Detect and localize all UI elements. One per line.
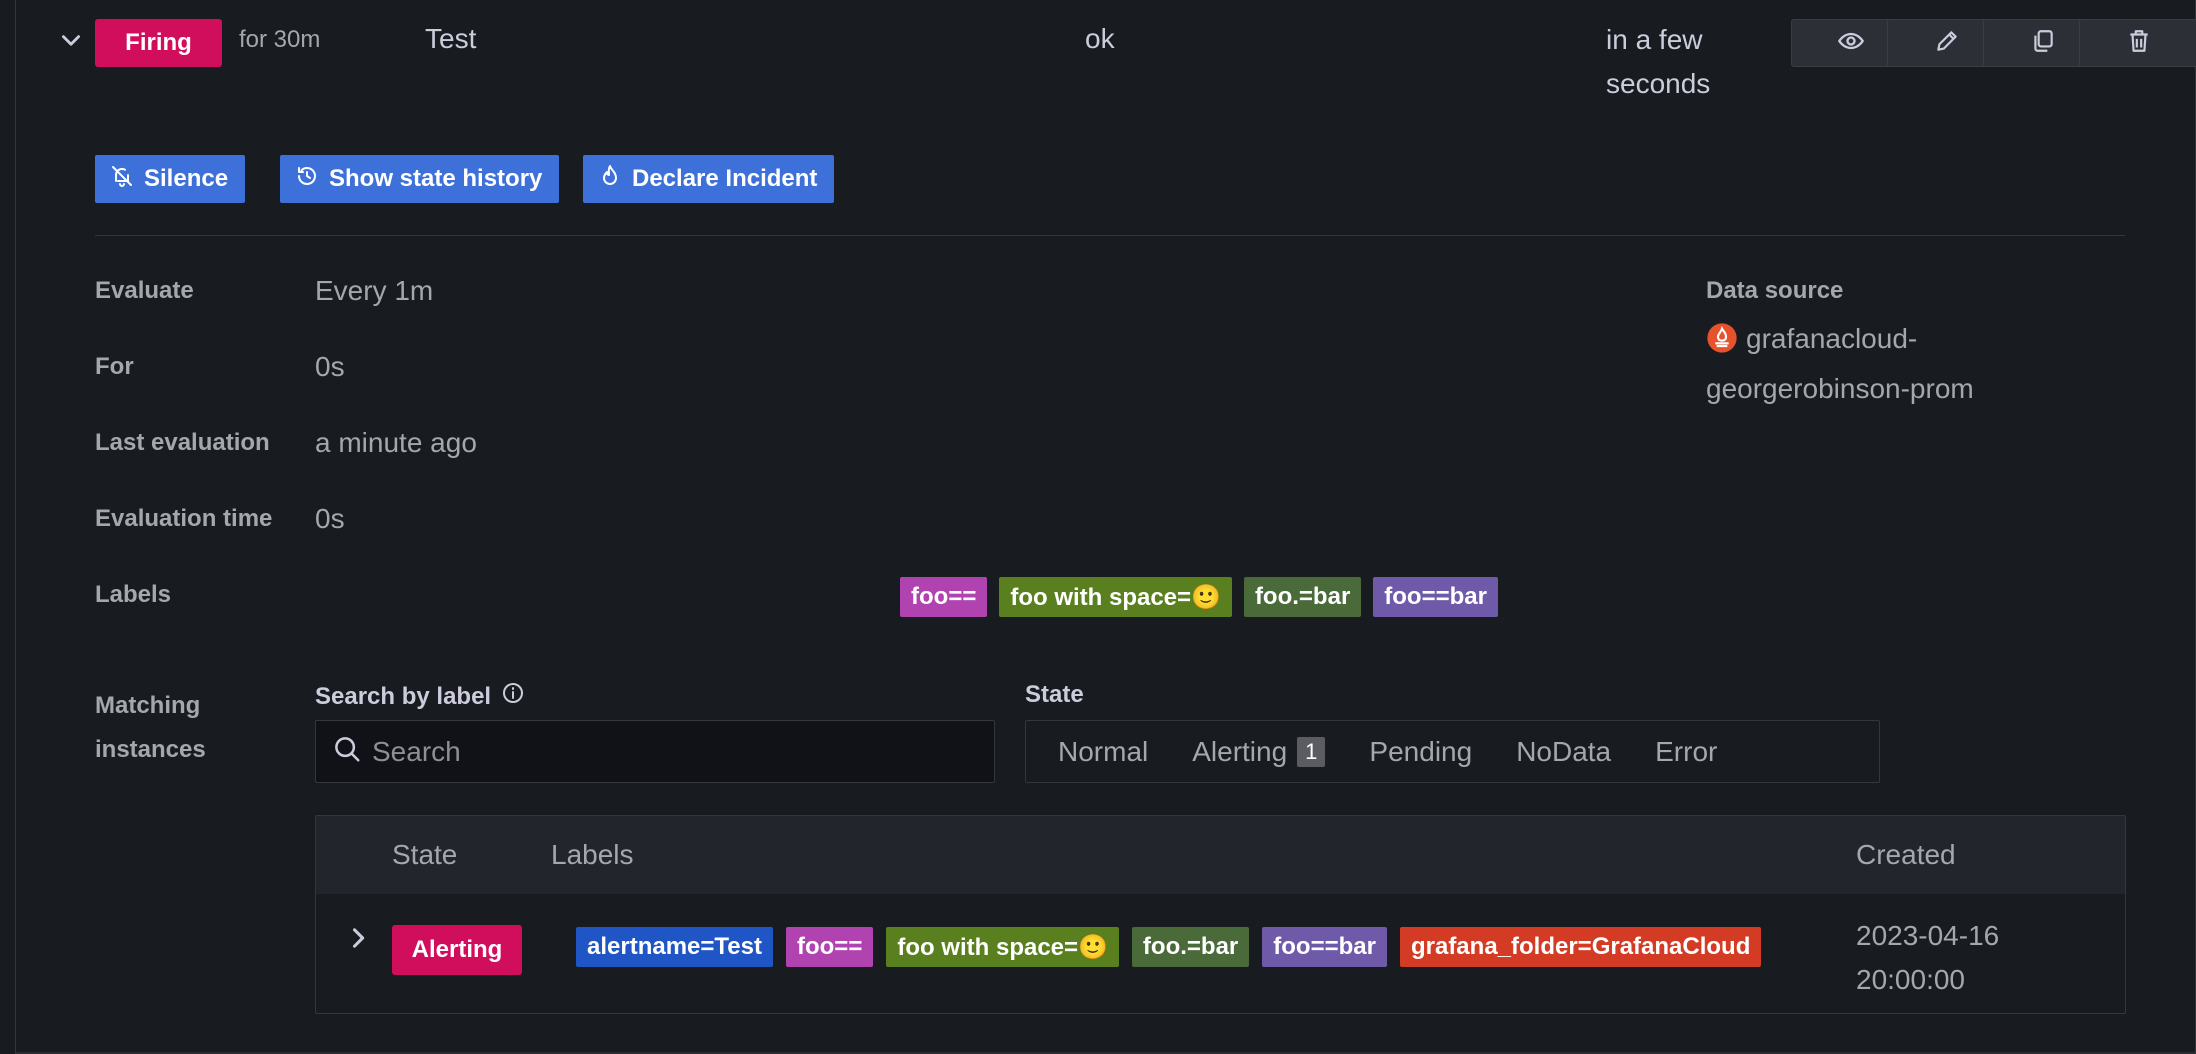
copy-icon xyxy=(2030,28,2056,59)
trash-icon xyxy=(2126,28,2152,59)
expand-row-chevron-right-icon[interactable] xyxy=(344,924,372,957)
declare-incident-label: Declare Incident xyxy=(632,165,818,192)
rule-health: ok xyxy=(1085,23,1115,54)
data-source-name: grafanacloud-georgerobinson-prom xyxy=(1706,323,1974,404)
silence-button[interactable]: Silence xyxy=(95,155,246,203)
state-option-alerting[interactable]: Alerting 1 xyxy=(1170,721,1347,782)
label-tag: alertname=Test xyxy=(576,927,773,967)
for-label: For xyxy=(95,353,134,380)
instances-table: State Labels Created Alerting alertname=… xyxy=(315,815,2126,1014)
alerting-count-badge: 1 xyxy=(1297,736,1326,767)
collapse-chevron-icon[interactable] xyxy=(56,26,86,56)
state-filter-label: State xyxy=(1025,681,1084,708)
state-option-pending[interactable]: Pending xyxy=(1347,721,1494,782)
state-filter: Normal Alerting 1 Pending NoData Error xyxy=(1025,720,1880,783)
last-evaluation-value: a minute ago xyxy=(315,427,477,458)
labels-label: Labels xyxy=(95,581,172,608)
instance-labels: alertname=Test foo== foo with space=🙂 fo… xyxy=(576,927,1762,967)
search-icon xyxy=(332,734,362,769)
state-option-alerting-label: Alerting xyxy=(1192,735,1288,767)
for-value: 0s xyxy=(315,351,345,382)
state-option-normal[interactable]: Normal xyxy=(1036,721,1170,782)
show-state-history-button[interactable]: Show state history xyxy=(280,155,560,203)
label-tag: foo==bar xyxy=(1373,577,1498,617)
section-divider xyxy=(95,235,2125,236)
evaluation-time-value: 0s xyxy=(315,503,345,534)
rule-next-evaluation: in a few seconds xyxy=(1606,24,1711,99)
label-tag: foo== xyxy=(900,577,988,617)
state-history-label: Show state history xyxy=(329,165,543,192)
eye-icon xyxy=(1837,27,1865,60)
label-tag: foo with space=🙂 xyxy=(999,577,1232,617)
declare-incident-button[interactable]: Declare Incident xyxy=(583,155,835,203)
alert-rule-panel: Firing for 30m Test ok in a few seconds … xyxy=(15,0,2196,1054)
pencil-icon xyxy=(1934,28,1960,59)
column-header-state: State xyxy=(392,839,458,870)
search-input[interactable] xyxy=(372,735,972,768)
state-option-nodata[interactable]: NoData xyxy=(1494,721,1633,782)
prometheus-icon xyxy=(1706,322,1738,367)
evaluate-label: Evaluate xyxy=(95,277,194,304)
column-header-labels: Labels xyxy=(551,839,634,870)
data-source-label: Data source xyxy=(1706,277,1844,304)
label-tag: foo== xyxy=(785,927,874,967)
label-tag: foo.=bar xyxy=(1131,927,1250,967)
fire-icon xyxy=(598,164,622,195)
table-header: State Labels Created xyxy=(316,816,2125,894)
table-row: Alerting alertname=Test foo== foo with s… xyxy=(316,894,2125,1013)
silence-label: Silence xyxy=(144,165,229,192)
state-option-error[interactable]: Error xyxy=(1633,721,1739,782)
label-tag: foo with space=🙂 xyxy=(886,927,1119,967)
rule-state-badge: Firing xyxy=(95,19,222,67)
label-tag: foo==bar xyxy=(1262,927,1387,967)
search-input-wrapper xyxy=(315,720,995,783)
search-by-label-label: Search by label xyxy=(315,681,525,712)
data-source-value: grafanacloud-georgerobinson-prom xyxy=(1706,317,2036,411)
last-evaluation-label: Last evaluation xyxy=(95,429,270,456)
info-icon[interactable] xyxy=(501,681,525,712)
delete-button[interactable] xyxy=(2079,19,2196,67)
rule-for-duration: for 30m xyxy=(239,26,321,53)
rule-labels: foo== foo with space=🙂 foo.=bar foo==bar xyxy=(900,577,1498,617)
matching-instances-label: Matching instances xyxy=(95,692,206,763)
history-icon xyxy=(295,164,319,195)
label-tag: grafana_folder=GrafanaCloud xyxy=(1399,927,1762,967)
rule-name: Test xyxy=(425,23,477,54)
column-header-created: Created xyxy=(1856,839,1956,870)
evaluation-time-label: Evaluation time xyxy=(95,505,273,532)
evaluate-value: Every 1m xyxy=(315,275,434,306)
label-tag: foo.=bar xyxy=(1243,577,1362,617)
instance-created: 2023-04-16 20:00:00 xyxy=(1856,920,2000,995)
bell-slash-icon xyxy=(110,164,134,195)
search-by-label-text: Search by label xyxy=(315,682,492,710)
instance-state-badge: Alerting xyxy=(392,925,522,975)
